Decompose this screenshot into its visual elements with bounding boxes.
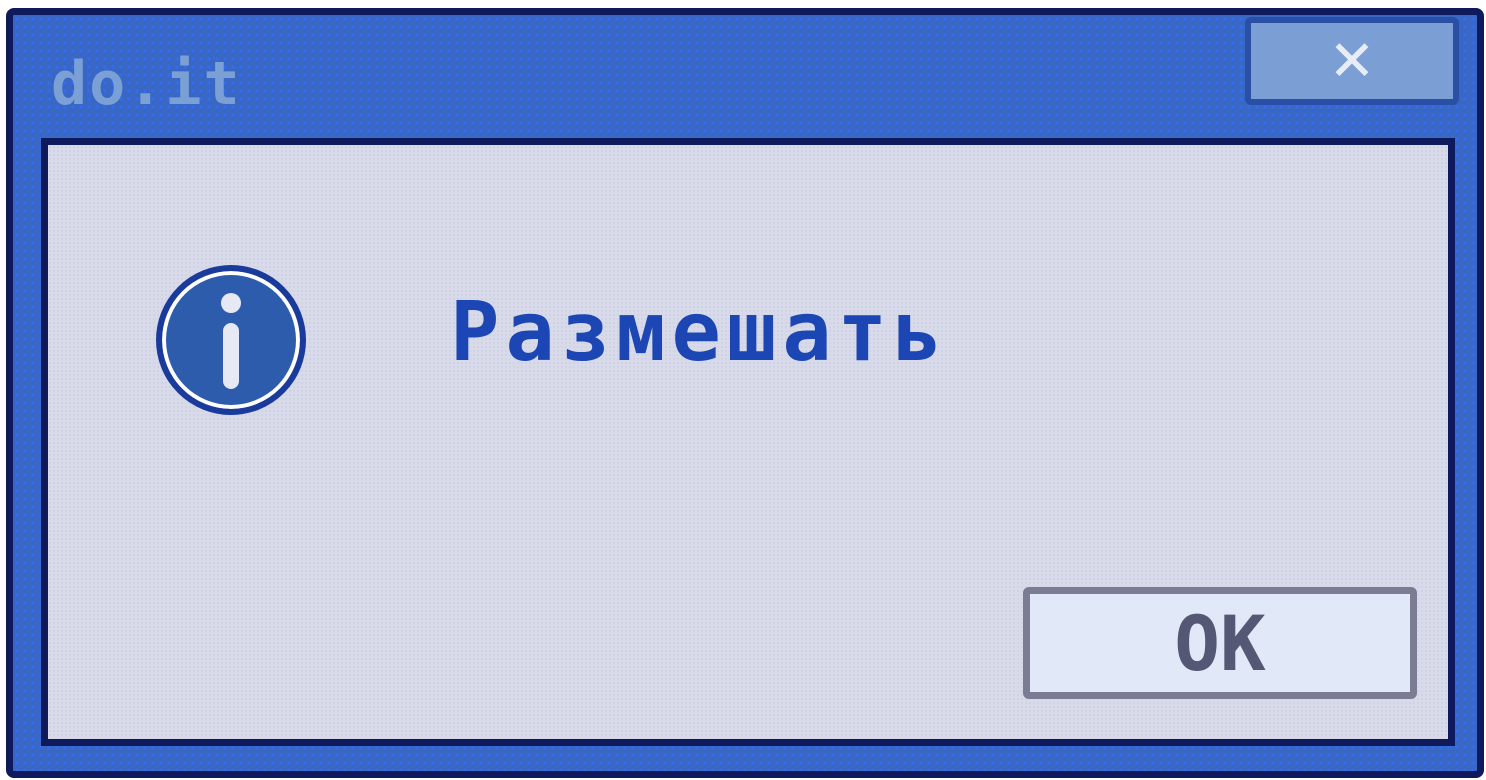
dialog-message: Размешать [450, 285, 949, 380]
dialog-window: do.it ✕ Размешать OK [6, 8, 1484, 778]
dialog-body: Размешать OK [41, 138, 1455, 746]
close-button[interactable]: ✕ [1245, 17, 1459, 105]
window-title: do.it [51, 49, 242, 119]
ok-button[interactable]: OK [1023, 587, 1417, 699]
close-icon: ✕ [1328, 28, 1376, 94]
info-icon [156, 265, 306, 415]
